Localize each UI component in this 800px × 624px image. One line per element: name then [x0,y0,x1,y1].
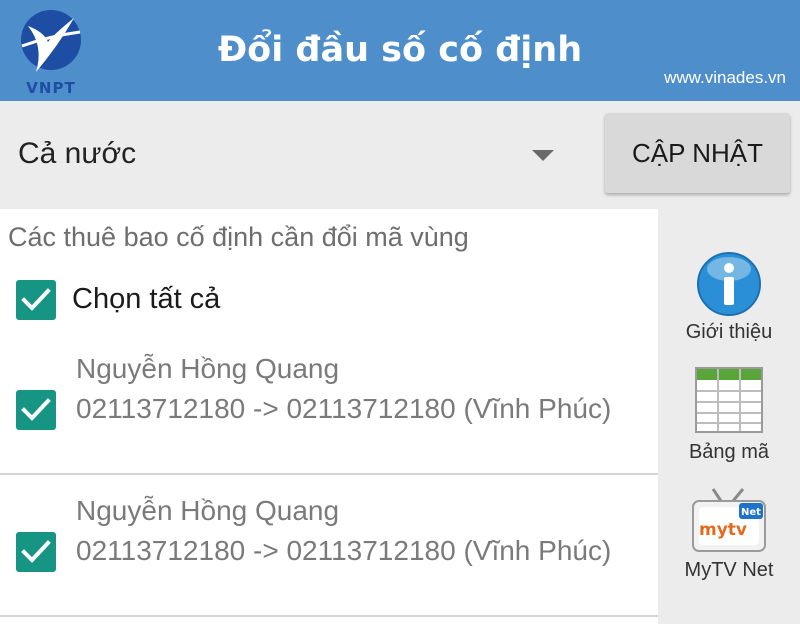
chevron-down-icon [532,150,554,161]
side-item-about[interactable]: Giới thiệu [658,251,800,344]
check-icon [21,398,51,421]
info-icon [697,252,761,316]
number-change: 02113712180 -> 02113712180 (Vĩnh Phúc) [76,535,612,566]
table-icon [695,367,763,433]
list-item[interactable]: Nguyễn Hồng Quang 02113712180 -> 0211371… [0,483,658,624]
check-icon [21,288,51,311]
item-checkbox[interactable] [16,532,56,572]
check-icon [21,540,51,563]
subscriber-name: Nguyễn Hồng Quang [76,495,340,526]
region-dropdown-value: Cả nước [18,137,137,170]
divider [0,615,658,617]
side-item-label: MyTV Net [684,559,774,581]
logo-text: VNPT [26,79,75,97]
select-all-label[interactable]: Chọn tất cả [72,283,220,316]
side-item-mytv[interactable]: mytv Net MyTV Net [658,487,800,582]
number-change: 02113712180 -> 02113712180 (Vĩnh Phúc) [76,393,612,424]
select-all-checkbox[interactable] [16,280,56,320]
divider [0,473,658,475]
side-menu: Giới thiệu Bảng mã mytv Net MyTV Net [658,209,800,624]
mytv-tv-icon: mytv Net [692,488,766,552]
region-dropdown[interactable]: Cả nước [0,101,590,209]
mytv-badge-text: Net [741,507,761,518]
list-item[interactable]: Nguyễn Hồng Quang 02113712180 -> 0211371… [0,341,658,483]
section-title: Các thuê bao cố định cần đổi mã vùng [8,222,469,252]
item-checkbox[interactable] [16,390,56,430]
mytv-logo-text: mytv [699,520,747,540]
update-button[interactable]: CẬP NHẬT [605,113,790,193]
app-header: VNPT Đổi đầu số cố định www.vinades.vn [0,0,800,101]
side-item-label: Giới thiệu [685,321,773,343]
subscriber-list-panel: Các thuê bao cố định cần đổi mã vùng Chọ… [0,209,658,624]
site-url[interactable]: www.vinades.vn [664,68,786,88]
side-item-label: Bảng mã [688,441,770,463]
subscriber-name: Nguyễn Hồng Quang [76,353,340,384]
side-item-code-table[interactable]: Bảng mã [658,367,800,464]
page-title: Đổi đầu số cố định [217,30,583,70]
